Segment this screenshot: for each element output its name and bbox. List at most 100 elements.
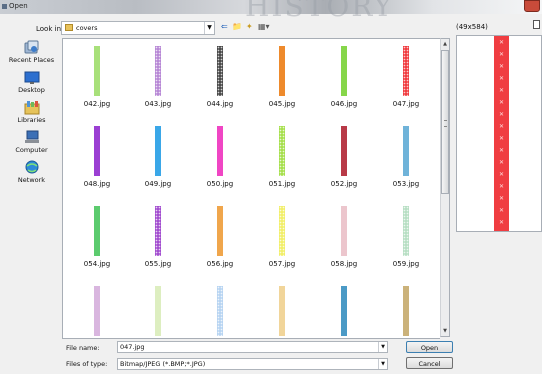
- file-name: 054.jpg: [83, 260, 111, 268]
- file-name: 058.jpg: [330, 260, 358, 268]
- place-label: Desktop: [18, 86, 45, 94]
- place-label: Computer: [15, 146, 48, 154]
- file-thumbnail: [94, 206, 100, 256]
- file-item[interactable]: 059.jpg: [376, 199, 436, 269]
- open-button[interactable]: Open: [406, 341, 453, 353]
- file-item[interactable]: 042.jpg: [67, 39, 127, 109]
- file-name: 043.jpg: [144, 100, 172, 108]
- file-type-select[interactable]: Bitmap/JPEG (*.BMP;*.JPG) ▼: [117, 358, 388, 370]
- file-thumbnail: [279, 286, 285, 336]
- file-name-label: File name:: [66, 344, 100, 352]
- place-network[interactable]: Network: [5, 160, 58, 184]
- file-item[interactable]: 052.jpg: [314, 119, 374, 189]
- file-item[interactable]: 047.jpg: [376, 39, 436, 109]
- file-item[interactable]: [314, 279, 374, 338]
- file-item[interactable]: [67, 279, 127, 338]
- scroll-down-icon[interactable]: ▼: [441, 326, 449, 336]
- place-libraries[interactable]: Libraries: [5, 100, 58, 124]
- place-label: Network: [17, 176, 46, 184]
- close-button[interactable]: [524, 0, 540, 12]
- place-recent-places[interactable]: Recent Places: [5, 40, 58, 64]
- file-item[interactable]: 051.jpg: [252, 119, 312, 189]
- image-preview: ✕: [456, 35, 542, 232]
- file-thumbnail: [341, 126, 347, 176]
- file-name: 048.jpg: [83, 180, 111, 188]
- file-item[interactable]: 045.jpg: [252, 39, 312, 109]
- file-item[interactable]: [190, 279, 250, 338]
- file-item[interactable]: 055.jpg: [128, 199, 188, 269]
- scrollbar-thumb[interactable]: [441, 50, 449, 194]
- file-name: 055.jpg: [144, 260, 172, 268]
- file-name: 053.jpg: [392, 180, 420, 188]
- file-name: 059.jpg: [392, 260, 420, 268]
- file-name: 045.jpg: [268, 100, 296, 108]
- file-item[interactable]: 043.jpg: [128, 39, 188, 109]
- open-dialog: Open HISTORY Look in: covers ▼ ⇐ 📁 ✦ ▦▾ …: [0, 0, 542, 374]
- desktop-icon: [24, 70, 40, 85]
- place-label: Libraries: [17, 116, 46, 124]
- file-thumbnail: [94, 286, 100, 336]
- new-folder-icon[interactable]: ✦: [246, 22, 253, 31]
- file-name: 056.jpg: [206, 260, 234, 268]
- file-list-scrollbar[interactable]: ▲ ▼: [440, 38, 450, 337]
- file-name: 047.jpg: [392, 100, 420, 108]
- file-name: 052.jpg: [330, 180, 358, 188]
- file-thumbnail: [403, 206, 409, 256]
- scroll-up-icon[interactable]: ▲: [441, 39, 449, 49]
- file-name: 046.jpg: [330, 100, 358, 108]
- chevron-down-icon[interactable]: ▼: [378, 342, 387, 352]
- look-in-combo[interactable]: covers ▼: [61, 21, 215, 35]
- recent-places-icon: [24, 40, 40, 55]
- file-thumbnail: [403, 126, 409, 176]
- cancel-button[interactable]: Cancel: [406, 357, 453, 369]
- file-item[interactable]: [128, 279, 188, 338]
- file-item[interactable]: 044.jpg: [190, 39, 250, 109]
- background-watermark: HISTORY: [245, 0, 394, 23]
- file-thumbnail: [279, 206, 285, 256]
- file-item[interactable]: [252, 279, 312, 338]
- file-item[interactable]: 057.jpg: [252, 199, 312, 269]
- file-thumbnail: [217, 126, 223, 176]
- file-thumbnail: [155, 46, 161, 96]
- file-name: 057.jpg: [268, 260, 296, 268]
- file-name: 051.jpg: [268, 180, 296, 188]
- file-name-input[interactable]: 047.jpg ▼: [117, 341, 388, 353]
- file-thumbnail: [217, 46, 223, 96]
- file-name: 049.jpg: [144, 180, 172, 188]
- chevron-down-icon[interactable]: ▼: [378, 359, 387, 369]
- file-list[interactable]: 042.jpg 043.jpg 044.jpg 045.jpg 046.jpg 047.j…: [62, 38, 440, 339]
- file-item[interactable]: 049.jpg: [128, 119, 188, 189]
- file-item[interactable]: 056.jpg: [190, 199, 250, 269]
- file-thumbnail: [403, 46, 409, 96]
- file-item[interactable]: [376, 279, 436, 338]
- place-desktop[interactable]: Desktop: [5, 70, 58, 94]
- up-folder-icon[interactable]: 📁: [232, 22, 242, 31]
- file-thumbnail: [217, 286, 223, 336]
- places-bar: Recent Places Desktop Libraries Computer…: [5, 38, 58, 338]
- file-thumbnail: [155, 126, 161, 176]
- place-computer[interactable]: Computer: [5, 130, 58, 154]
- file-thumbnail: [403, 286, 409, 336]
- file-thumbnail: [94, 126, 100, 176]
- views-menu-icon[interactable]: ▦▾: [258, 22, 270, 31]
- file-item[interactable]: 058.jpg: [314, 199, 374, 269]
- file-item[interactable]: 054.jpg: [67, 199, 127, 269]
- document-icon[interactable]: [533, 20, 540, 29]
- file-item[interactable]: 046.jpg: [314, 39, 374, 109]
- preview-dimensions: (49x584): [456, 23, 488, 31]
- chevron-down-icon[interactable]: ▼: [204, 22, 214, 34]
- title-bar[interactable]: Open HISTORY: [0, 0, 542, 23]
- computer-icon: [24, 130, 40, 145]
- file-thumbnail: [155, 286, 161, 336]
- place-label: Recent Places: [8, 56, 55, 64]
- file-item[interactable]: 050.jpg: [190, 119, 250, 189]
- back-icon[interactable]: ⇐: [221, 22, 228, 31]
- window-title: Open: [9, 2, 28, 10]
- file-item[interactable]: 053.jpg: [376, 119, 436, 189]
- file-item[interactable]: 048.jpg: [67, 119, 127, 189]
- file-thumbnail: [155, 206, 161, 256]
- file-thumbnail: [94, 46, 100, 96]
- file-name: 042.jpg: [83, 100, 111, 108]
- folder-icon: [65, 24, 73, 31]
- preview-image: ✕: [494, 36, 509, 231]
